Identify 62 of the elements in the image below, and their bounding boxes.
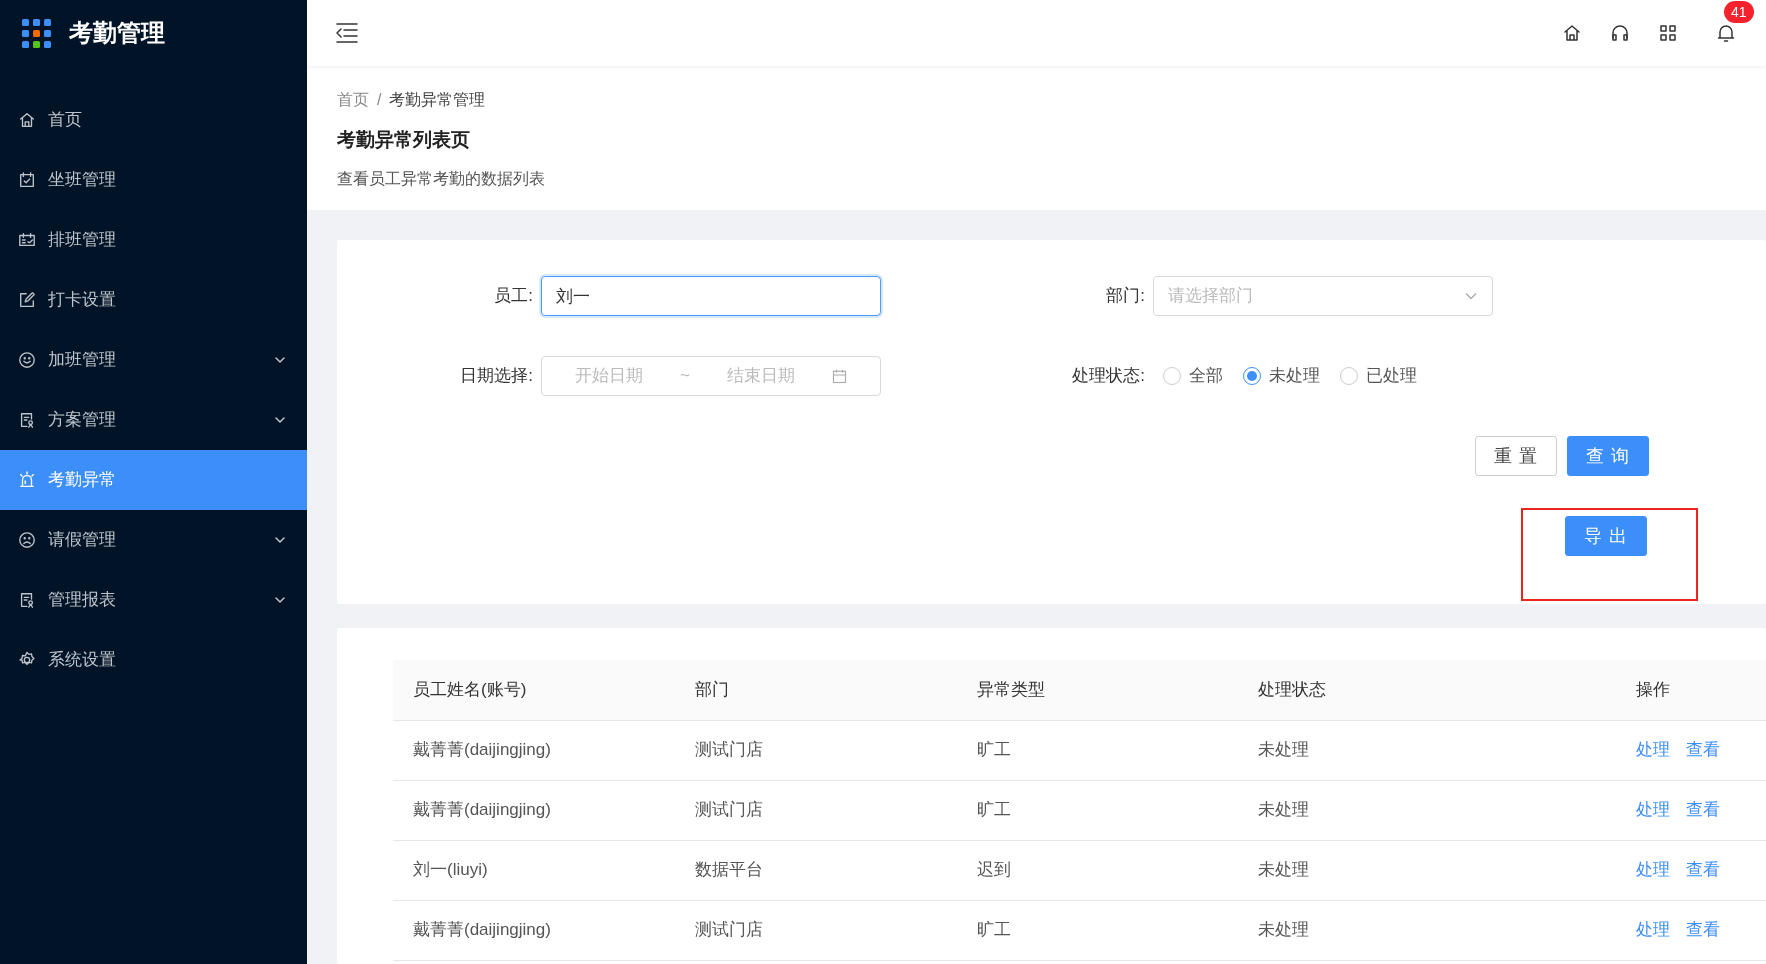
document-icon (18, 411, 36, 429)
field-label: 部门: (1105, 285, 1146, 308)
smiley-icon (18, 351, 36, 369)
table-cell: 数据平台 (675, 840, 957, 900)
table-cell: 戴菁菁(daijingjing) (393, 720, 675, 780)
employee-input-field[interactable]: 刘一 (541, 276, 881, 316)
alarm-icon (18, 471, 36, 489)
calendar-icon (18, 171, 36, 189)
reset-button[interactable]: 重 置 (1475, 436, 1557, 476)
notification-count: 41 (1724, 1, 1754, 23)
table-cell: 刘一(liuyi) (393, 840, 675, 900)
table-cell: 测试门店 (675, 780, 957, 840)
app-title: 考勤管理 (69, 18, 165, 48)
status-radio-option[interactable]: 未处理 (1243, 363, 1320, 389)
breadcrumb-separator: / (377, 90, 382, 110)
breadcrumb-current: 考勤异常管理 (389, 90, 486, 110)
table-cell: 测试门店 (675, 900, 957, 960)
headset-icon[interactable] (1610, 23, 1630, 43)
calendar-icon (18, 231, 36, 249)
page-title: 考勤异常列表页 (337, 128, 471, 152)
table-cell: 迟到 (957, 840, 1238, 900)
table-cell: 旷工 (957, 780, 1238, 840)
field-label: 员工: (493, 285, 534, 308)
sidebar-item[interactable]: 首页 (0, 90, 307, 150)
column-header: 部门 (675, 660, 957, 720)
status-radio-option[interactable]: 全部 (1163, 363, 1223, 389)
table-cell: 测试门店 (675, 720, 957, 780)
sidebar-item[interactable]: 管理报表 (0, 570, 307, 630)
sidebar-item[interactable]: 请假管理 (0, 510, 307, 570)
table-cell: 旷工 (957, 720, 1238, 780)
edit-icon (18, 291, 36, 309)
column-header: 操作 (1616, 660, 1766, 720)
field-label: 处理状态: (1071, 365, 1146, 388)
sidebar-item[interactable]: 方案管理 (0, 390, 307, 450)
logo-icon (22, 18, 51, 48)
table-cell: 戴菁菁(daijingjing) (393, 900, 675, 960)
field-label: 日期选择: (459, 365, 534, 388)
column-header: 处理状态 (1238, 660, 1616, 720)
column-header: 异常类型 (957, 660, 1238, 720)
document-icon (18, 591, 36, 609)
sidebar-item[interactable]: 加班管理 (0, 330, 307, 390)
page-description: 查看员工异常考勤的数据列表 (337, 168, 546, 189)
calendar-icon (832, 368, 848, 384)
status-radio-option[interactable]: 已处理 (1340, 363, 1417, 389)
home-icon[interactable] (1562, 23, 1582, 43)
table-cell: 未处理 (1238, 780, 1616, 840)
bell-icon[interactable] (1716, 23, 1736, 43)
sidebar-item[interactable]: 坐班管理 (0, 150, 307, 210)
home-icon (18, 111, 36, 129)
grid-icon[interactable] (1658, 23, 1678, 43)
column-header: 员工姓名(账号) (393, 660, 675, 720)
table-cell: 戴菁菁(daijingjing) (393, 780, 675, 840)
menu-icon[interactable] (335, 22, 359, 44)
table-cell: 未处理 (1238, 900, 1616, 960)
breadcrumb-link[interactable]: 首页 (337, 88, 369, 112)
sad-face-icon (18, 531, 36, 549)
table-cell: 旷工 (957, 900, 1238, 960)
sidebar-item[interactable]: 系统设置 (0, 630, 307, 690)
sidebar-item[interactable]: 打卡设置 (0, 270, 307, 330)
table-cell: 未处理 (1238, 720, 1616, 780)
sidebar-item[interactable]: 排班管理 (0, 210, 307, 270)
table-cell: 未处理 (1238, 840, 1616, 900)
